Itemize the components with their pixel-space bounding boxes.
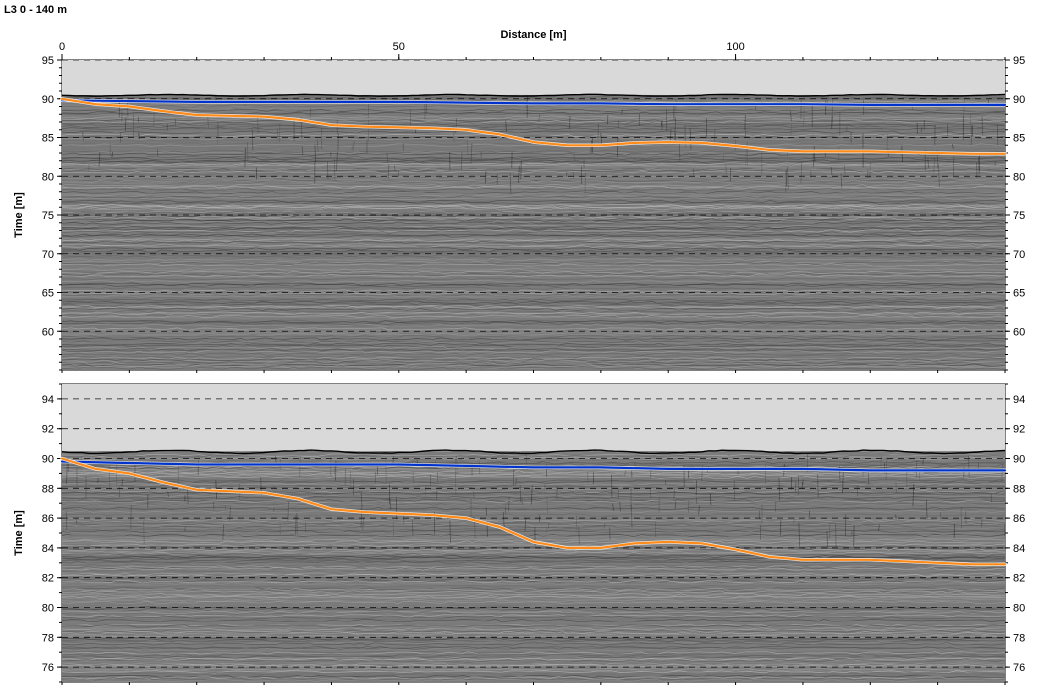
svg-text:Time [m]: Time [m] — [13, 192, 25, 238]
svg-text:80: 80 — [1013, 171, 1025, 183]
page-title: L3 0 - 140 m — [4, 4, 1039, 16]
svg-text:0: 0 — [59, 41, 65, 53]
svg-text:94: 94 — [1013, 394, 1025, 406]
svg-text:94: 94 — [42, 394, 54, 406]
svg-text:90: 90 — [1013, 454, 1025, 466]
svg-text:90: 90 — [1013, 94, 1025, 106]
svg-text:70: 70 — [1013, 249, 1025, 261]
svg-text:86: 86 — [42, 513, 54, 525]
profile-chart: Distance [m] 0 50 100 60 60 65 65 70 70 75 75 80 80 85… — [4, 20, 1035, 690]
svg-text:80: 80 — [1013, 603, 1025, 615]
svg-text:82: 82 — [1013, 573, 1025, 585]
svg-text:82: 82 — [42, 573, 54, 585]
svg-text:90: 90 — [42, 454, 54, 466]
svg-text:Distance [m]: Distance [m] — [500, 29, 566, 41]
svg-text:65: 65 — [1013, 288, 1025, 300]
svg-text:95: 95 — [1013, 55, 1025, 67]
svg-text:Time [m]: Time [m] — [13, 510, 25, 556]
svg-text:80: 80 — [42, 171, 54, 183]
svg-text:78: 78 — [1013, 632, 1025, 644]
svg-text:80: 80 — [42, 603, 54, 615]
svg-text:75: 75 — [42, 210, 54, 222]
svg-text:85: 85 — [42, 133, 54, 145]
svg-text:75: 75 — [1013, 210, 1025, 222]
svg-text:88: 88 — [1013, 483, 1025, 495]
svg-text:84: 84 — [42, 543, 54, 555]
svg-text:76: 76 — [1013, 662, 1025, 674]
svg-text:50: 50 — [393, 41, 405, 53]
svg-text:95: 95 — [42, 55, 54, 67]
svg-text:92: 92 — [42, 424, 54, 436]
svg-text:70: 70 — [42, 249, 54, 261]
svg-text:60: 60 — [1013, 326, 1025, 338]
svg-text:78: 78 — [42, 632, 54, 644]
svg-text:100: 100 — [726, 41, 744, 53]
svg-text:88: 88 — [42, 483, 54, 495]
svg-text:76: 76 — [42, 662, 54, 674]
svg-text:90: 90 — [42, 94, 54, 106]
svg-text:60: 60 — [42, 326, 54, 338]
svg-text:65: 65 — [42, 288, 54, 300]
chart-container: Distance [m] 0 50 100 60 60 65 65 70 70 75 75 80 80 85… — [4, 20, 1039, 690]
svg-text:86: 86 — [1013, 513, 1025, 525]
svg-text:84: 84 — [1013, 543, 1025, 555]
svg-text:85: 85 — [1013, 133, 1025, 145]
svg-text:92: 92 — [1013, 424, 1025, 436]
